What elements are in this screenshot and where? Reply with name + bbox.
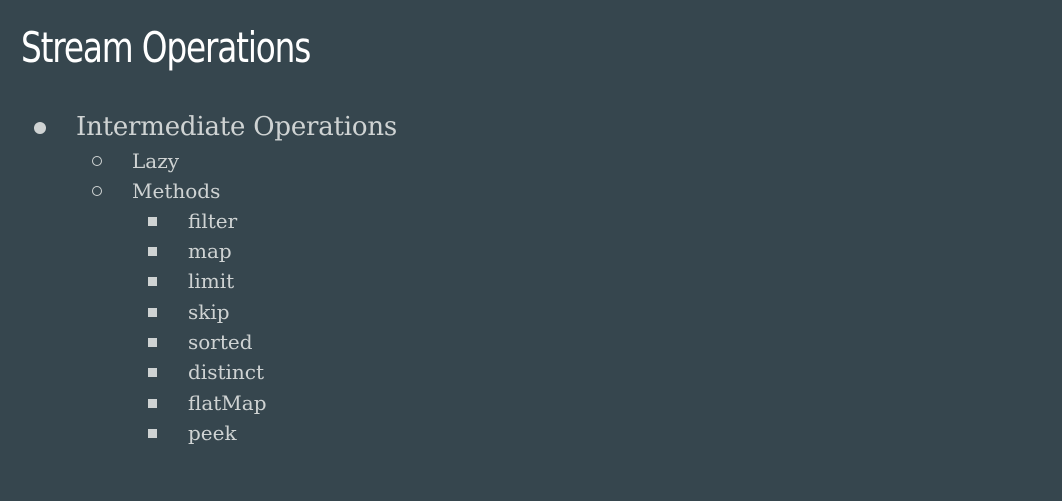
- bullet-methods: Methods: [132, 179, 221, 203]
- filled-square-icon: [148, 277, 157, 286]
- filled-circle-icon: [34, 122, 46, 134]
- filled-square-icon: [148, 429, 157, 438]
- method-item-flatmap: flatMap: [188, 391, 267, 415]
- filled-square-icon: [148, 217, 157, 226]
- hollow-circle-icon: [92, 156, 102, 166]
- method-item-sorted: sorted: [188, 330, 253, 354]
- method-item-limit: limit: [188, 269, 235, 293]
- method-item-skip: skip: [188, 300, 230, 324]
- filled-square-icon: [148, 338, 157, 347]
- bullet-intermediate-operations: Intermediate Operations: [76, 112, 398, 142]
- method-item-distinct: distinct: [188, 360, 265, 384]
- filled-square-icon: [148, 308, 157, 317]
- method-item-peek: peek: [188, 421, 237, 445]
- filled-square-icon: [148, 399, 157, 408]
- hollow-circle-icon: [92, 186, 102, 196]
- method-item-map: map: [188, 239, 232, 263]
- slide-title: Stream Operations: [21, 23, 311, 72]
- presentation-slide: Stream Operations Intermediate Operation…: [0, 0, 1062, 501]
- method-item-filter: filter: [188, 209, 238, 233]
- bullet-lazy: Lazy: [132, 149, 180, 173]
- filled-square-icon: [148, 368, 157, 377]
- filled-square-icon: [148, 247, 157, 256]
